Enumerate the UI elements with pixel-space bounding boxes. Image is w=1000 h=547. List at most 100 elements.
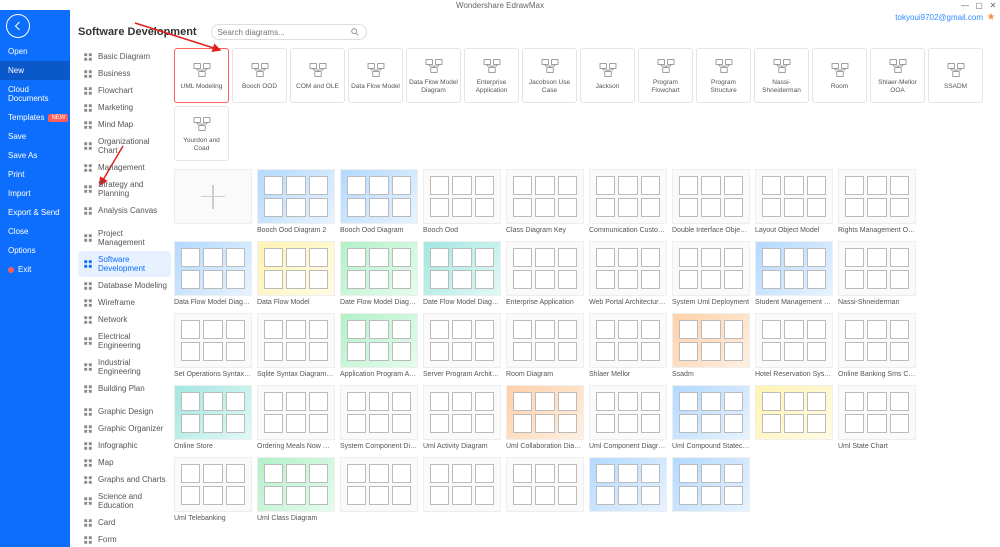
template-card[interactable]: Hotel Reservation System <box>755 313 833 380</box>
template-card[interactable]: Date Flow Model Diagram <box>423 241 501 308</box>
tile-room[interactable]: Room <box>812 48 867 103</box>
template-card[interactable]: Class Diagram Key <box>506 169 584 236</box>
template-card[interactable]: Room Diagram <box>506 313 584 380</box>
category-project-management[interactable]: Project Management <box>78 225 171 251</box>
category-industrial-engineering[interactable]: Industrial Engineering <box>78 354 171 380</box>
category-graphic-design[interactable]: Graphic Design <box>78 403 171 420</box>
nav-new[interactable]: New <box>0 61 70 80</box>
tile-uml-modeling[interactable]: UML Modeling <box>174 48 229 103</box>
category-database-modeling[interactable]: Database Modeling <box>78 277 171 294</box>
category-card[interactable]: Card <box>78 514 171 531</box>
template-card[interactable]: Sqlite Syntax Diagram Example <box>257 313 335 380</box>
template-card[interactable]: Uml Telebanking <box>174 457 252 524</box>
nav-open[interactable]: Open <box>0 42 70 61</box>
nav-export-send[interactable]: Export & Send <box>0 203 70 222</box>
search-field[interactable] <box>218 28 350 37</box>
template-card[interactable] <box>340 457 418 524</box>
tile-program-structure[interactable]: Program Structure <box>696 48 751 103</box>
template-card[interactable]: Double Interface Object Model ... <box>672 169 750 236</box>
template-card[interactable] <box>755 385 833 452</box>
category-form[interactable]: Form <box>78 531 171 547</box>
template-card[interactable]: Online Banking Sms Customer S... <box>838 313 916 380</box>
template-card[interactable]: System Component Diagram <box>340 385 418 452</box>
template-card[interactable]: Data Flow Model Diagram <box>174 241 252 308</box>
category-science-and-education[interactable]: Science and Education <box>78 488 171 514</box>
category-basic-diagram[interactable]: Basic Diagram <box>78 48 171 65</box>
tile-enterprise-application[interactable]: Enterprise Application <box>464 48 519 103</box>
category-mind-map[interactable]: Mind Map <box>78 116 171 133</box>
template-card[interactable] <box>589 457 667 524</box>
tile-ssadm[interactable]: SSADM <box>928 48 983 103</box>
tile-nassi-shneiderman[interactable]: Nassi-Shneiderman <box>754 48 809 103</box>
category-software-development[interactable]: Software Development <box>78 251 171 277</box>
template-card[interactable]: Web Portal Architecture Diagram <box>589 241 667 308</box>
template-card[interactable]: Communication Customer Requ... <box>589 169 667 236</box>
category-analysis-canvas[interactable]: Analysis Canvas <box>78 202 171 219</box>
category-building-plan[interactable]: Building Plan <box>78 380 171 397</box>
template-card[interactable]: Date Flow Model Diagram 2 <box>340 241 418 308</box>
category-strategy-and-planning[interactable]: Strategy and Planning <box>78 176 171 202</box>
template-card[interactable]: Server Program Architecture <box>423 313 501 380</box>
category-management[interactable]: Management <box>78 159 171 176</box>
template-card[interactable]: System Uml Deployment <box>672 241 750 308</box>
template-card[interactable]: Layout Object Model <box>755 169 833 236</box>
template-card[interactable]: Booch Ood Diagram <box>340 169 418 236</box>
template-card[interactable]: Online Store <box>174 385 252 452</box>
template-card[interactable]: Uml Collaboration Diagram <box>506 385 584 452</box>
nav-close[interactable]: Close <box>0 222 70 241</box>
nav-options[interactable]: Options <box>0 241 70 260</box>
category-network[interactable]: Network <box>78 311 171 328</box>
template-card[interactable]: Ordering Meals Now Web Service <box>257 385 335 452</box>
template-card[interactable]: Set Operations Syntax Diagram E... <box>174 313 252 380</box>
category-flowchart[interactable]: Flowchart <box>78 82 171 99</box>
back-button[interactable] <box>6 14 30 38</box>
maximize-button[interactable]: ▢ <box>972 0 986 10</box>
category-organizational-chart[interactable]: Organizational Chart <box>78 133 171 159</box>
template-card[interactable]: Uml Component Diagram <box>589 385 667 452</box>
tile-program-flowchart[interactable]: Program Flowchart <box>638 48 693 103</box>
template-card[interactable] <box>672 457 750 524</box>
category-graphs-and-charts[interactable]: Graphs and Charts <box>78 471 171 488</box>
tile-com-and-ole[interactable]: COM and OLE <box>290 48 345 103</box>
template-card[interactable]: Data Flow Model <box>257 241 335 308</box>
category-map[interactable]: Map <box>78 454 171 471</box>
template-card[interactable]: Uml State Chart <box>838 385 916 452</box>
template-card[interactable]: Student Management Use Case <box>755 241 833 308</box>
template-card[interactable]: Nassi-Shneiderman <box>838 241 916 308</box>
tile-booch-ood[interactable]: Booch OOD <box>232 48 287 103</box>
template-card[interactable]: Application Program Architecture <box>340 313 418 380</box>
nav-import[interactable]: Import <box>0 184 70 203</box>
tile-shlaer-mellor-ooa[interactable]: Shlaer-Mellor OOA <box>870 48 925 103</box>
tile-yourdon-and-coad[interactable]: Yourdon and Coad <box>174 106 229 161</box>
tile-data-flow-model-diagram[interactable]: Data Flow Model Diagram <box>406 48 461 103</box>
template-card[interactable]: Rights Management Object Model <box>838 169 916 236</box>
category-business[interactable]: Business <box>78 65 171 82</box>
tile-data-flow-model[interactable]: Data Flow Model <box>348 48 403 103</box>
close-button[interactable]: ✕ <box>986 0 1000 10</box>
category-graphic-organizer[interactable]: Graphic Organizer <box>78 420 171 437</box>
nav-print[interactable]: Print <box>0 165 70 184</box>
nav-save[interactable]: Save <box>0 127 70 146</box>
category-infographic[interactable]: Infographic <box>78 437 171 454</box>
nav-exit[interactable]: Exit <box>0 260 70 279</box>
tile-jacobson-use-case[interactable]: Jacobson Use Case <box>522 48 577 103</box>
category-marketing[interactable]: Marketing <box>78 99 171 116</box>
minimize-button[interactable]: — <box>958 0 972 10</box>
template-card[interactable]: Booch Ood Diagram 2 <box>257 169 335 236</box>
template-card[interactable] <box>423 457 501 524</box>
template-card[interactable] <box>174 169 252 236</box>
search-input[interactable] <box>211 24 367 40</box>
nav-templates[interactable]: TemplatesNEW <box>0 108 70 127</box>
template-card[interactable]: Uml Compound Statechart <box>672 385 750 452</box>
template-card[interactable] <box>506 457 584 524</box>
template-card[interactable]: Booch Ood <box>423 169 501 236</box>
template-card[interactable]: Uml Class Diagram <box>257 457 335 524</box>
template-card[interactable]: Enterprise Application <box>506 241 584 308</box>
nav-cloud-documents[interactable]: Cloud Documents <box>0 80 70 108</box>
category-wireframe[interactable]: Wireframe <box>78 294 171 311</box>
category-electrical-engineering[interactable]: Electrical Engineering <box>78 328 171 354</box>
template-card[interactable]: Uml Activity Diagram <box>423 385 501 452</box>
tile-jackson[interactable]: Jackson <box>580 48 635 103</box>
nav-save-as[interactable]: Save As <box>0 146 70 165</box>
template-card[interactable]: Shlaer Mellor <box>589 313 667 380</box>
